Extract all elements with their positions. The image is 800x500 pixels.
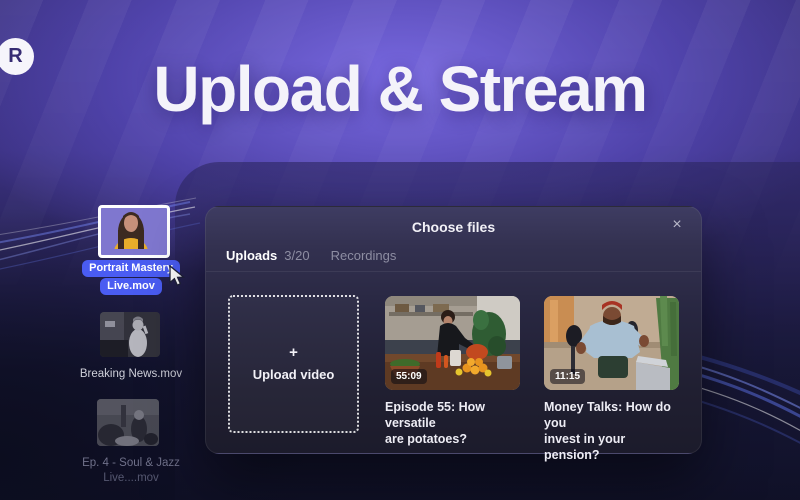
file-name-soul-and-jazz-line-2[interactable]: Live....mov [51,472,211,484]
video-card-episode-55[interactable]: 55:09 Episode 55: How versatile are pota… [385,296,520,447]
file-name-breaking-news[interactable]: Breaking News.mov [51,368,211,380]
video-title-line-2: are potatoes? [385,432,467,446]
duration-badge: 55:09 [391,369,427,384]
mouse-cursor-icon [169,265,186,287]
tab-recordings[interactable]: Recordings [331,248,397,263]
tab-uploads[interactable]: Uploads [226,248,277,263]
modal-title: Choose files [411,219,496,235]
video-title-line-2: invest in your pension? [544,432,626,462]
file-name-line-1: Portrait Mastery [82,260,180,277]
file-name-portrait[interactable]: Portrait Mastery Live.mov [51,260,211,295]
upload-video-dropzone[interactable]: + Upload video [228,295,359,433]
file-thumbnail-portrait[interactable] [98,205,170,258]
file-thumbnail-soul-and-jazz[interactable] [97,399,159,446]
close-icon[interactable]: × [667,215,687,235]
choose-files-modal: Choose files × Uploads 3/20 Recordings +… [205,206,702,462]
uploads-count-badge: 3/20 [284,248,310,263]
video-thumbnail-kitchen[interactable]: 55:09 [385,296,520,390]
video-title-money-talks: Money Talks: How do you invest in your p… [544,399,679,463]
duration-badge: 11:15 [550,369,586,384]
file-name-soul-and-jazz-line-1[interactable]: Ep. 4 - Soul & Jazz [51,457,211,469]
plus-icon: + [289,344,298,361]
video-title-episode-55: Episode 55: How versatile are potatoes? [385,399,520,447]
modal-tabs: Uploads 3/20 Recordings [226,248,396,263]
upload-video-label: Upload video [252,367,335,382]
page-title: Upload & Stream [153,53,648,125]
tabs-divider [206,271,701,272]
video-thumbnail-podcast[interactable]: 11:15 [544,296,679,390]
video-card-money-talks[interactable]: 11:15 Money Talks: How do you invest in … [544,296,679,463]
video-title-line-1: Money Talks: How do you [544,400,671,430]
upload-and-stream-screen: R Upload & Stream Portrait Mastery Live.… [0,0,800,500]
video-title-line-1: Episode 55: How versatile [385,400,486,430]
file-name-line-2: Live.mov [100,278,162,295]
file-thumbnail-breaking-news[interactable] [100,312,160,357]
